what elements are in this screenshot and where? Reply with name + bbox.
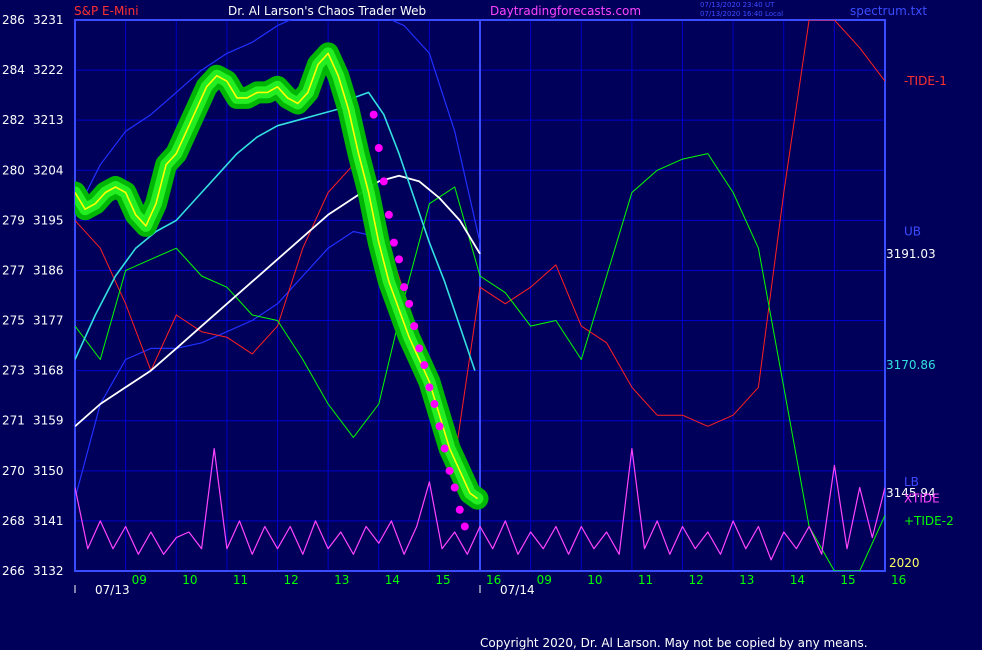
signal-marker (445, 466, 454, 475)
y-tick-label-right: 3141 (33, 514, 64, 528)
copyright-text: Copyright 2020, Dr. Al Larson. May not b… (480, 636, 868, 650)
signal-marker (389, 238, 398, 247)
date-label: 07/14 (500, 583, 535, 597)
y-tick-label-left: 286 (2, 13, 25, 27)
chart-subtitle: Dr. Al Larson's Chaos Trader Web (228, 4, 427, 18)
y-tick-label-right: 3132 (33, 564, 64, 578)
right-label: 3191.03 (886, 247, 936, 261)
y-tick-label-left: 270 (2, 464, 25, 478)
y-tick-label-right: 3186 (33, 263, 64, 277)
chart-stage: 286 3231 284 3222 282 3213 280 3204 279 3195 277 31… (0, 0, 982, 650)
y-tick-label-right: 3213 (33, 113, 64, 127)
right-label: XTIDE (904, 492, 940, 506)
signal-marker (369, 110, 378, 119)
signal-marker (379, 177, 388, 186)
signal-marker (425, 383, 434, 392)
y-tick-label-right: 3177 (33, 314, 64, 328)
signal-marker (420, 361, 429, 370)
y-tick-label-left: 279 (2, 213, 25, 227)
signal-marker (430, 400, 439, 409)
signal-marker (410, 322, 419, 331)
signal-marker (450, 483, 459, 492)
x-tick-label: 11 (638, 573, 653, 587)
right-label: UB (904, 224, 921, 238)
x-tick-label: 13 (739, 573, 754, 587)
signal-marker (384, 210, 393, 219)
y-tick-label-right: 3150 (33, 464, 64, 478)
signal-marker (415, 344, 424, 353)
signal-marker (374, 144, 383, 153)
y-tick-label-right: 3222 (33, 63, 64, 77)
x-tick-label: 15 (435, 573, 450, 587)
y-tick-label-right: 3231 (33, 13, 64, 27)
x-tick-label: 11 (233, 573, 248, 587)
y-tick-label-left: 284 (2, 63, 25, 77)
x-tick-label: 10 (587, 573, 602, 587)
signal-marker (455, 505, 464, 514)
x-tick-label: 14 (790, 573, 805, 587)
y-tick-label-right: 3159 (33, 414, 64, 428)
x-tick-label: 13 (334, 573, 349, 587)
site-link[interactable]: Daytradingforecasts.com (490, 4, 641, 18)
date-label: 07/13 (95, 583, 130, 597)
y-tick-label-left: 282 (2, 113, 25, 127)
y-tick-label-left: 271 (2, 414, 25, 428)
year-label: 2020 (889, 556, 920, 570)
x-tick-label: 09 (537, 573, 552, 587)
x-tick-label: 09 (132, 573, 147, 587)
y-tick-label-left: 268 (2, 514, 25, 528)
timestamp-utc: 07/13/2020 23:40 UT (700, 1, 775, 9)
y-tick-label-left: 277 (2, 263, 25, 277)
x-tick-label: 10 (182, 573, 197, 587)
y-tick-label-left: 280 (2, 163, 25, 177)
y-tick-label-left: 275 (2, 314, 25, 328)
signal-marker (440, 444, 449, 453)
chart-title: S&P E-Mini (74, 4, 139, 18)
timestamp-local: 07/13/2020 16:40 Local (700, 10, 784, 18)
signal-marker (405, 299, 414, 308)
right-label: 3170.86 (886, 358, 936, 372)
right-label: +TIDE-2 (904, 514, 954, 528)
x-tick-label: 15 (840, 573, 855, 587)
x-tick-label: 12 (689, 573, 704, 587)
y-tick-label-left: 266 (2, 564, 25, 578)
y-tick-label-right: 3195 (33, 213, 64, 227)
signal-marker (395, 255, 403, 264)
x-tick-label: 12 (284, 573, 299, 587)
x-tick-label: 14 (385, 573, 400, 587)
x-tick-label: 16 (486, 573, 501, 587)
y-tick-label-right: 3204 (33, 163, 64, 177)
spectrum-file-label: spectrum.txt (850, 4, 928, 18)
x-tick-label: 16 (891, 573, 906, 587)
y-tick-label-right: 3168 (33, 364, 64, 378)
signal-marker (435, 422, 444, 431)
signal-marker (460, 522, 469, 531)
right-label: -TIDE-1 (904, 74, 947, 88)
signal-marker (400, 283, 409, 292)
price-chart: 286 3231 284 3222 282 3213 280 3204 279 3195 277 31… (2, 13, 954, 597)
y-tick-label-left: 273 (2, 364, 25, 378)
